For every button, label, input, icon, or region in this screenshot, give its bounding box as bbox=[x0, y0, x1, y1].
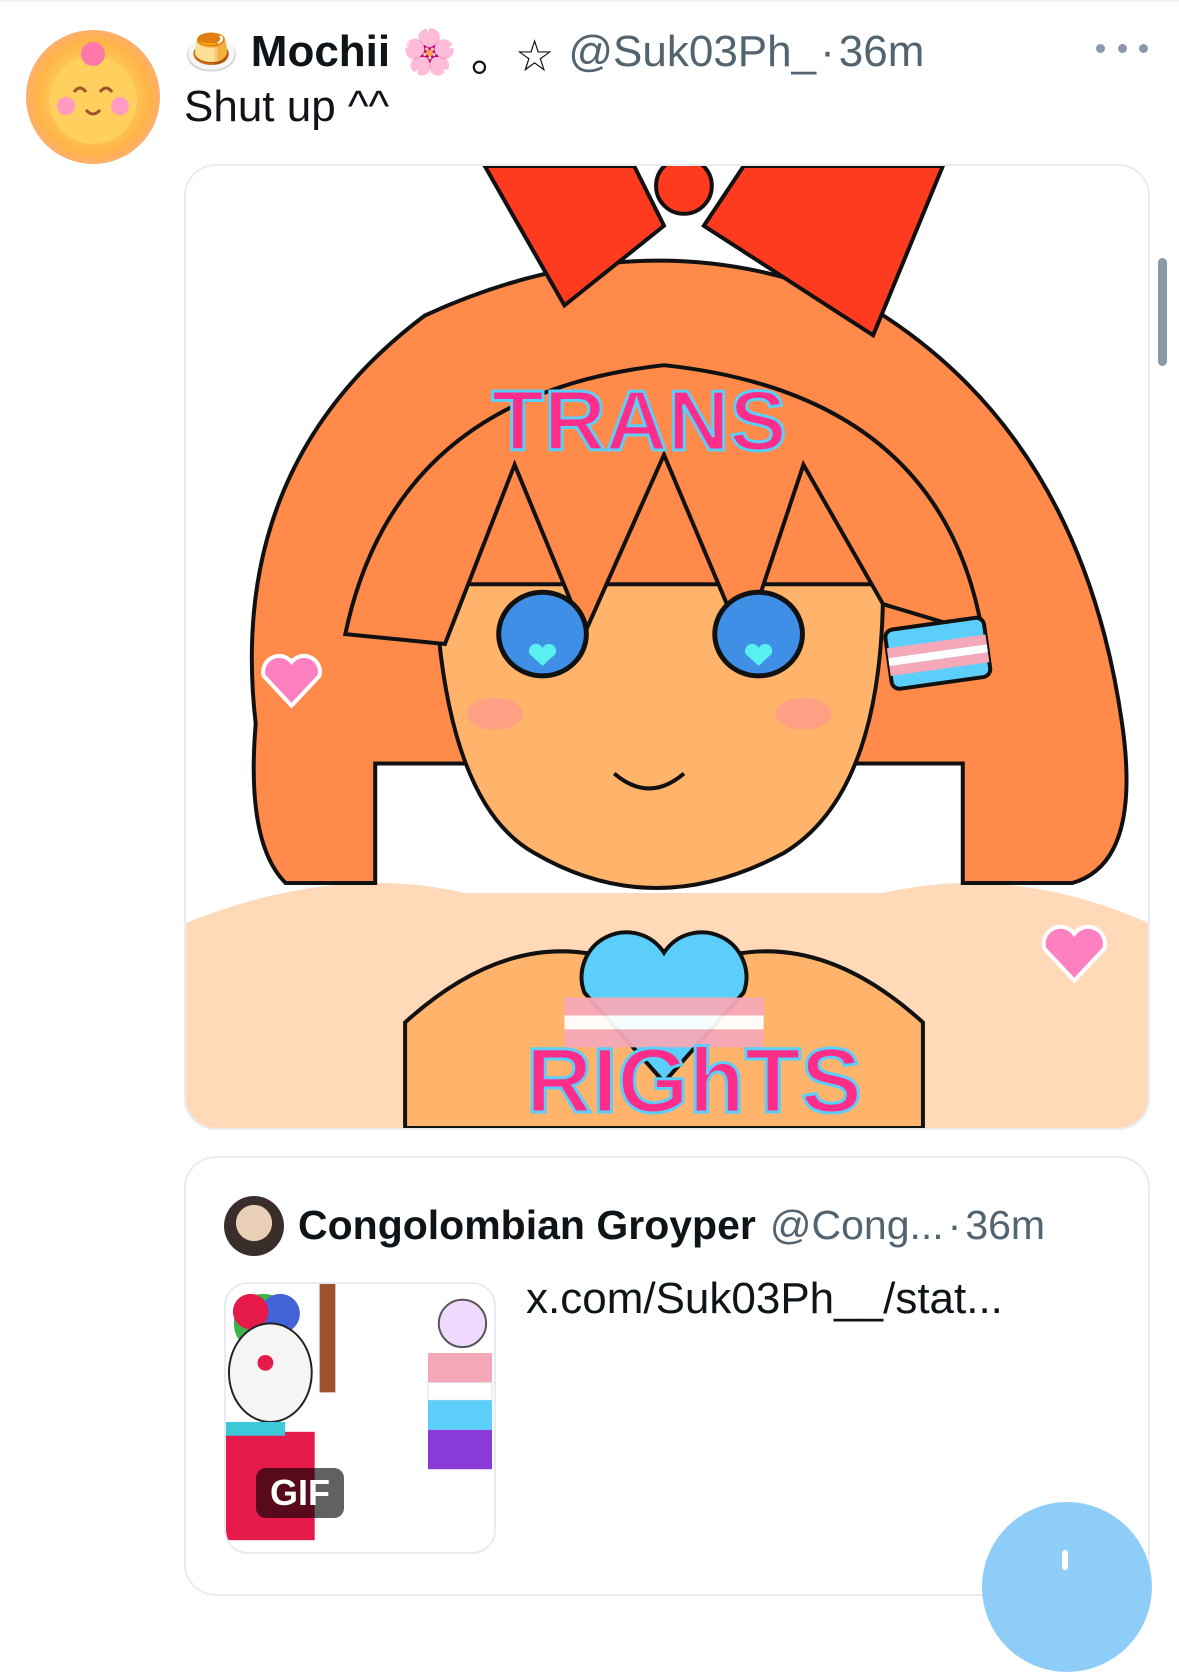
quote-link[interactable]: x.com/Suk03Ph__/stat... bbox=[526, 1274, 1003, 1324]
plus-icon bbox=[1062, 1550, 1068, 1570]
trans-rights-illustration: TRANS RIGhTS bbox=[186, 166, 1148, 1128]
quote-gif-thumbnail[interactable]: GIF bbox=[224, 1282, 496, 1554]
compose-fab-icon[interactable] bbox=[982, 1502, 1152, 1672]
top-divider bbox=[0, 0, 1179, 2]
quote-author-avatar[interactable] bbox=[224, 1196, 284, 1256]
avatar-art bbox=[49, 42, 137, 144]
name-flower-emoji: 🌸 bbox=[402, 28, 457, 77]
quote-handle[interactable]: @Cong... bbox=[770, 1202, 944, 1249]
tweet-timestamp[interactable]: 36m bbox=[839, 27, 925, 77]
gif-badge: GIF bbox=[256, 1468, 344, 1518]
more-horizontal-icon[interactable] bbox=[1096, 28, 1148, 68]
quote-timestamp[interactable]: 36m bbox=[965, 1202, 1045, 1249]
scrollbar-thumb[interactable] bbox=[1158, 258, 1167, 366]
author-emoji: 🍮 bbox=[184, 28, 239, 77]
more-dot bbox=[1096, 43, 1105, 53]
quote-display-name[interactable]: Congolombian Groyper bbox=[298, 1202, 756, 1249]
tweet-text: Shut up ^^ bbox=[184, 82, 390, 131]
tweet-image[interactable]: TRANS RIGhTS bbox=[184, 164, 1150, 1130]
author-display-name[interactable]: Mochii bbox=[251, 27, 390, 77]
more-dot bbox=[1139, 43, 1148, 53]
author-avatar[interactable] bbox=[26, 30, 160, 164]
image-text-top: TRANS bbox=[492, 373, 787, 469]
more-dot bbox=[1117, 43, 1127, 53]
tweet-header: 🍮 Mochii 🌸 。☆ @Suk03Ph_ · 36m bbox=[184, 24, 925, 81]
name-sparkle: 。☆ bbox=[470, 32, 555, 81]
quote-separator: · bbox=[947, 1202, 962, 1248]
header-separator: · bbox=[820, 27, 835, 76]
image-text-bottom: RIGhTS bbox=[526, 1030, 862, 1128]
author-handle[interactable]: @Suk03Ph_ bbox=[568, 27, 816, 77]
quote-header: Congolombian Groyper @Cong... · 36m bbox=[298, 1202, 1045, 1249]
